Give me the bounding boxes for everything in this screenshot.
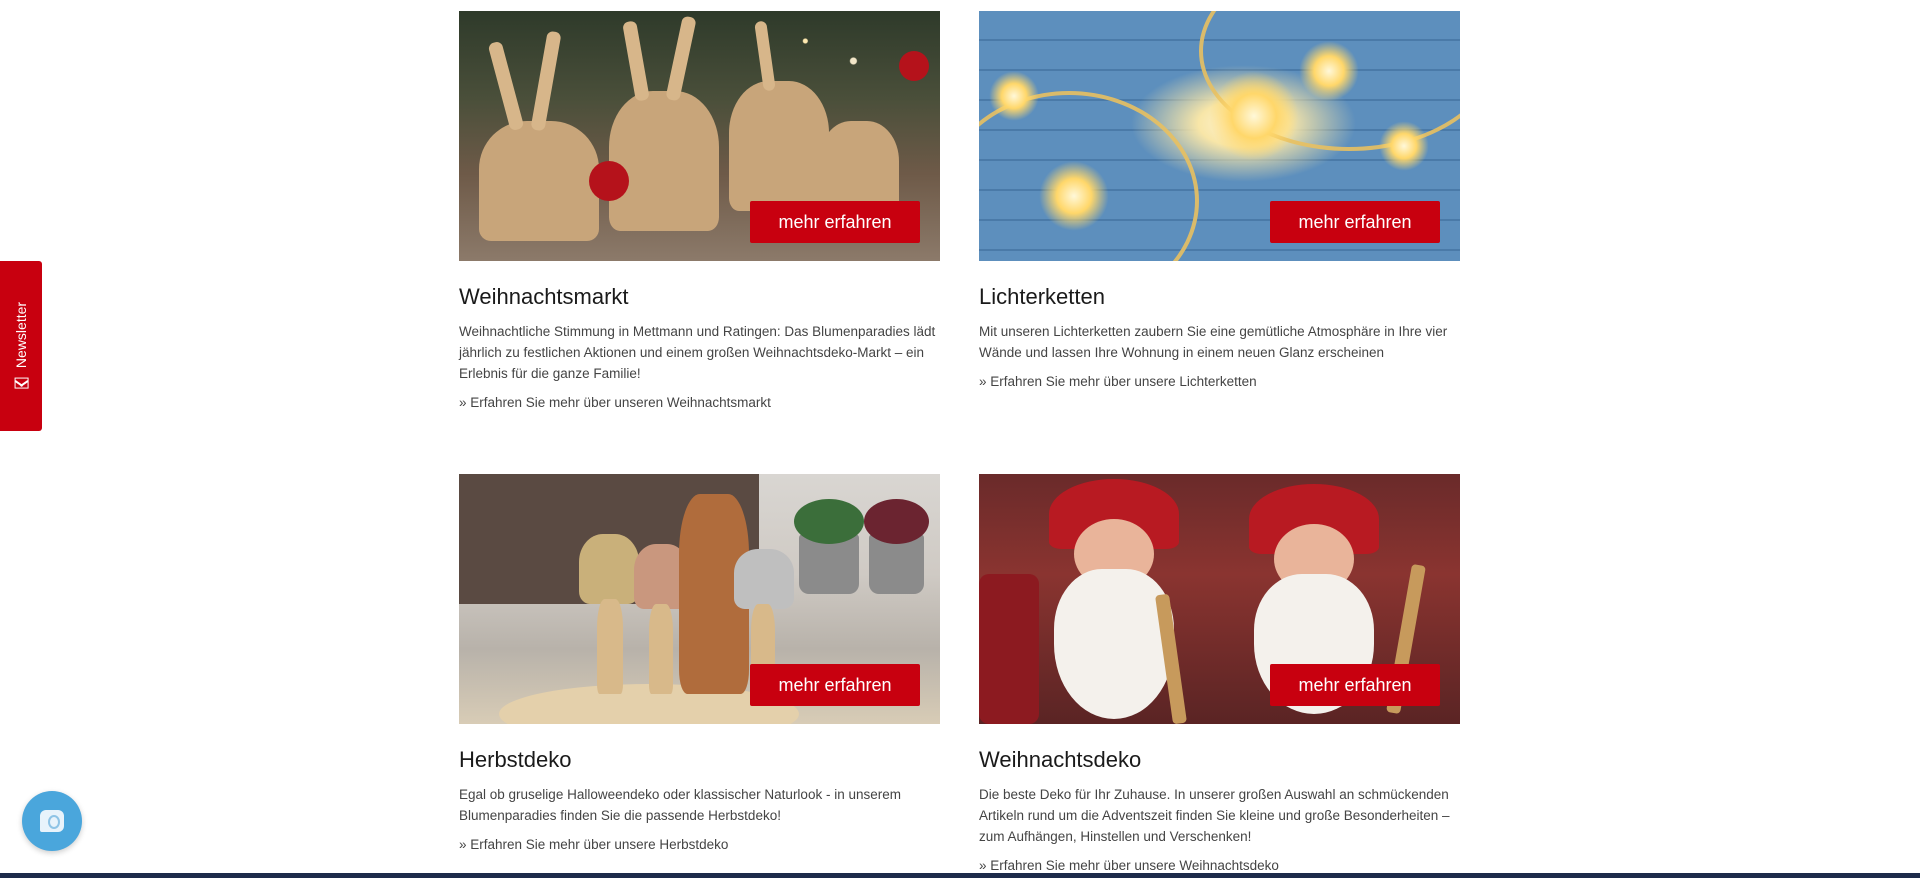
card-description: Mit unseren Lichterketten zaubern Sie ei…: [979, 324, 1448, 360]
card-description: Egal ob gruselige Halloweendeko oder kla…: [459, 787, 901, 823]
more-button-herbstdeko[interactable]: mehr erfahren: [750, 664, 920, 706]
category-grid: mehr erfahren Weihnachtsmarkt Weihnachtl…: [459, 11, 1460, 878]
newsletter-label: Newsletter: [13, 301, 30, 369]
card-title: Herbstdeko: [459, 747, 572, 772]
card-herbstdeko: mehr erfahren Herbstdeko Egal ob gruseli…: [459, 474, 940, 855]
card-lichterketten: mehr erfahren Lichterketten Mit unseren …: [979, 11, 1460, 392]
card-link-lichterketten[interactable]: » Erfahren Sie mehr über unsere Lichterk…: [979, 372, 1460, 392]
more-button-lichterketten[interactable]: mehr erfahren: [1270, 201, 1440, 243]
card-image-herbstdeko[interactable]: mehr erfahren: [459, 474, 940, 724]
card-weihnachtsmarkt: mehr erfahren Weihnachtsmarkt Weihnachtl…: [459, 11, 940, 413]
card-image-lichterketten[interactable]: mehr erfahren: [979, 11, 1460, 261]
mail-icon: [14, 377, 29, 389]
card-image-weihnachtsdeko[interactable]: mehr erfahren: [979, 474, 1460, 724]
card-image-weihnachtsmarkt[interactable]: mehr erfahren: [459, 11, 940, 261]
more-button-weihnachtsdeko[interactable]: mehr erfahren: [1270, 664, 1440, 706]
card-link-herbstdeko[interactable]: » Erfahren Sie mehr über unsere Herbstde…: [459, 835, 940, 855]
chat-button[interactable]: [22, 791, 82, 851]
card-link-weihnachtsmarkt[interactable]: » Erfahren Sie mehr über unseren Weihnac…: [459, 393, 940, 413]
newsletter-tab[interactable]: Newsletter: [0, 261, 42, 431]
card-description: Die beste Deko für Ihr Zuhause. In unser…: [979, 787, 1450, 844]
card-title: Lichterketten: [979, 284, 1105, 309]
card-weihnachtsdeko: mehr erfahren Weihnachtsdeko Die beste D…: [979, 474, 1460, 876]
chat-icon: [40, 810, 64, 832]
footer-edge: [0, 873, 1920, 878]
card-title: Weihnachtsmarkt: [459, 284, 629, 309]
card-title: Weihnachtsdeko: [979, 747, 1142, 772]
more-button-weihnachtsmarkt[interactable]: mehr erfahren: [750, 201, 920, 243]
card-description: Weihnachtliche Stimmung in Mettmann und …: [459, 324, 936, 381]
